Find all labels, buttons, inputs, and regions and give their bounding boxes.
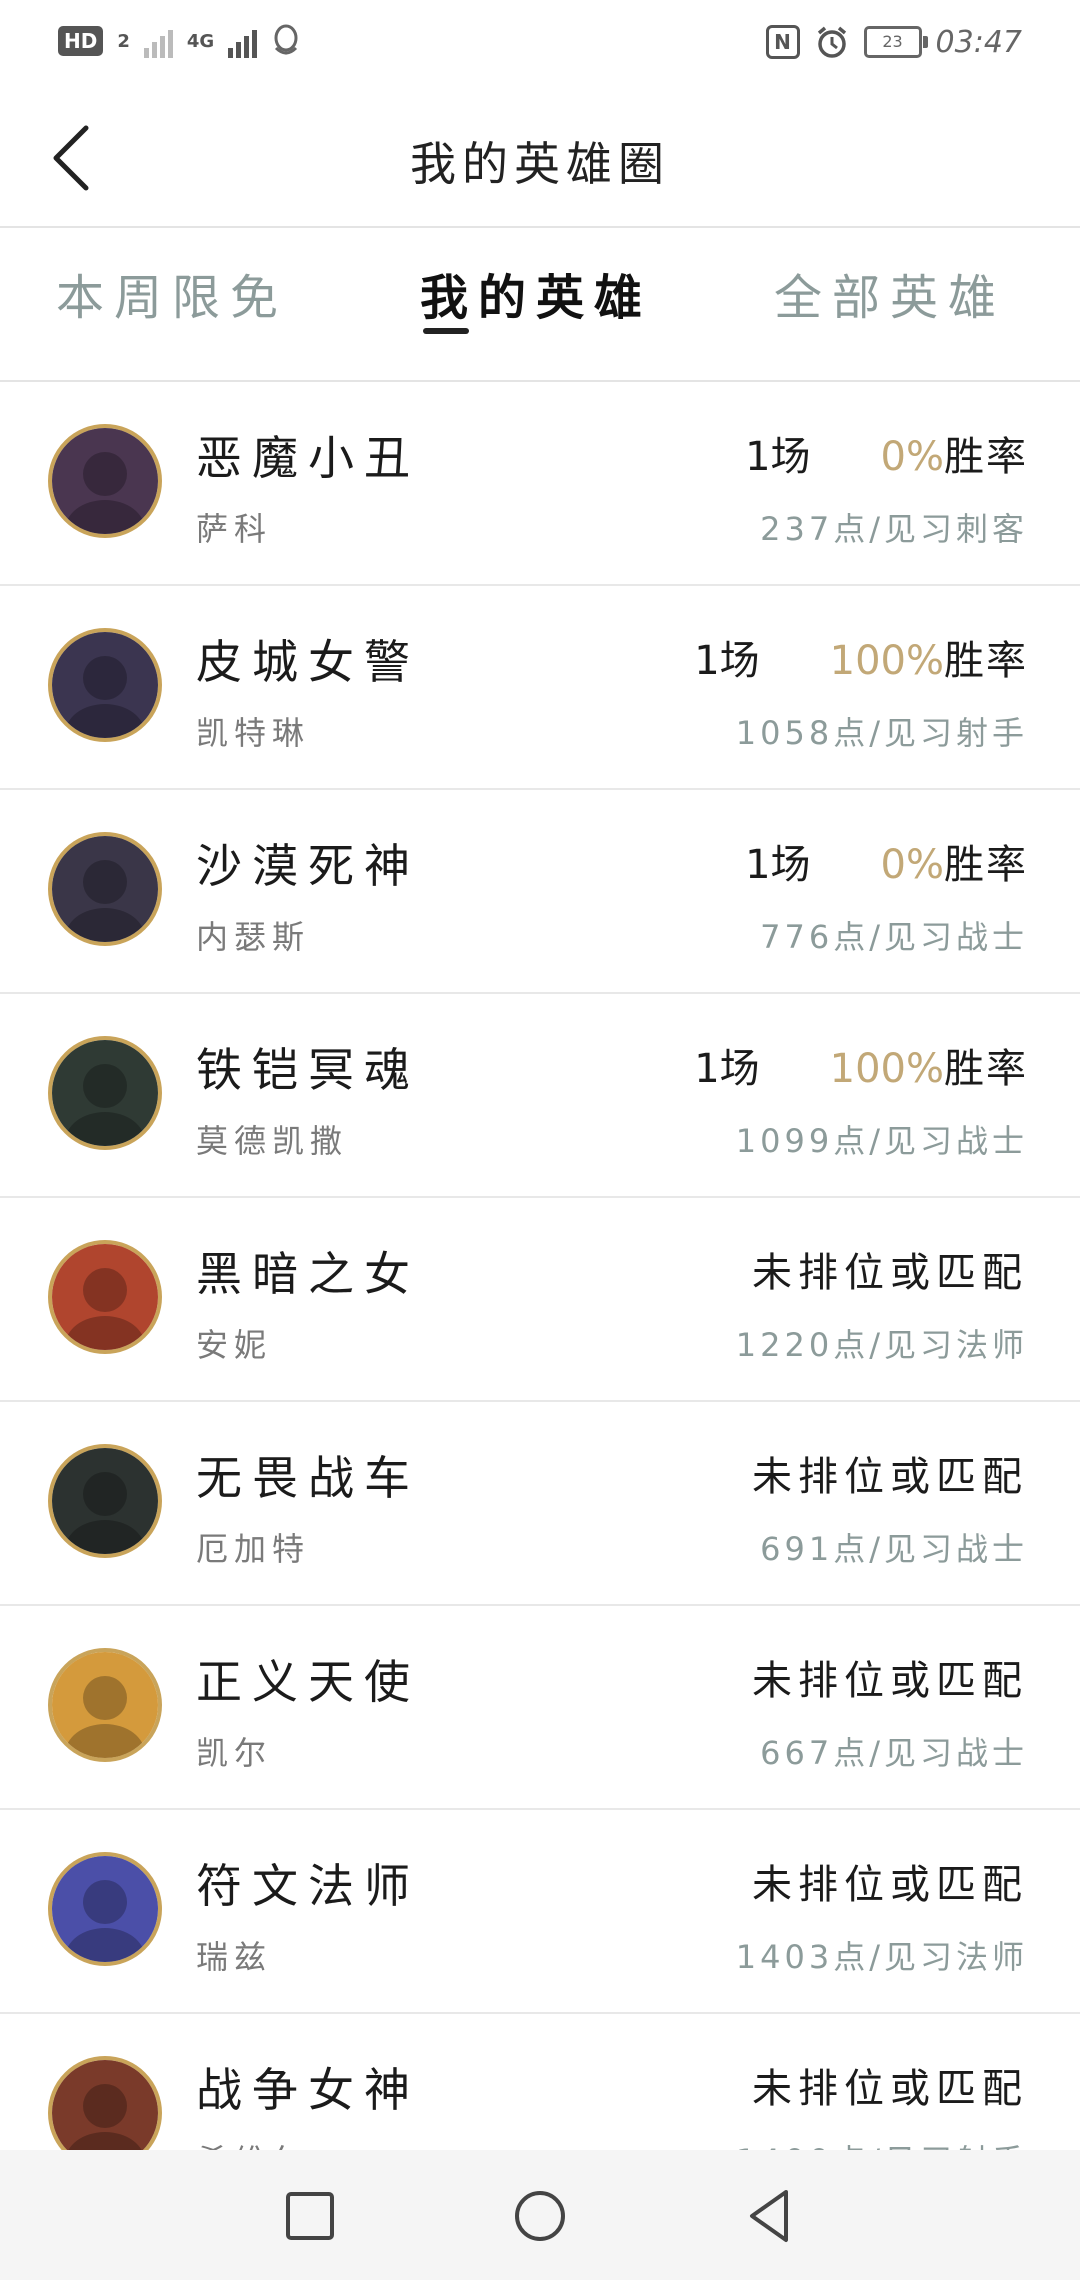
win-rate-value: 0%	[880, 842, 944, 888]
hero-avatar	[48, 832, 162, 946]
win-rate-label: 胜率	[944, 1046, 1028, 1092]
hero-name: 厄加特	[196, 1530, 311, 1568]
hero-points: 776点/见习战士	[760, 918, 1028, 956]
hero-points: 1400点/见习射手	[736, 2136, 1028, 2150]
match-status: 未排位或匹配	[752, 1862, 1028, 1908]
system-nav-bar	[0, 2150, 1080, 2280]
hero-title: 铁铠冥魂	[196, 1043, 420, 1097]
hero-title: 黑暗之女	[196, 1247, 420, 1301]
hero-avatar	[48, 2056, 162, 2150]
win-rate-value: 0%	[880, 434, 944, 480]
hero-title: 恶魔小丑	[196, 431, 420, 485]
hero-title: 符文法师	[196, 1859, 420, 1913]
hero-points: 667点/见习战士	[760, 1734, 1028, 1772]
tab-my-heroes[interactable]: 我的英雄	[420, 258, 652, 328]
page-title: 我的英雄圈	[410, 137, 670, 191]
hero-points: 1403点/见习法师	[735, 1938, 1028, 1976]
hero-stats: 1场 0%胜率	[745, 424, 1028, 482]
hero-name: 凯特琳	[196, 714, 311, 752]
hero-avatar	[48, 1852, 162, 1966]
win-rate-value: 100%	[829, 638, 944, 684]
match-status: 未排位或匹配	[752, 2066, 1028, 2112]
clock-time: 03:47	[935, 24, 1022, 60]
hero-row[interactable]: 黑暗之女 安妮 未排位或匹配 1220点/见习法师	[0, 1198, 1080, 1402]
hero-title: 正义天使	[196, 1655, 420, 1709]
hero-list: 恶魔小丑 萨科 1场 0%胜率 237点/见习刺客 皮城女警 凯特琳 1场 100%…	[0, 382, 1080, 2150]
hero-points: 1099点/见习战士	[735, 1122, 1028, 1160]
hero-stats: 1场 100%胜率	[694, 628, 1028, 686]
nfc-icon: N	[765, 25, 800, 59]
hero-points: 1058点/见习射手	[735, 714, 1028, 752]
qq-icon	[274, 24, 298, 55]
hero-row[interactable]: 战争女神 希维尔 未排位或匹配 1400点/见习射手	[0, 2014, 1080, 2150]
hero-name: 萨科	[196, 510, 273, 548]
hero-avatar	[48, 1444, 162, 1558]
win-rate-value: 100%	[829, 1046, 944, 1092]
match-status: 未排位或匹配	[752, 1658, 1028, 1704]
tab-all-heroes[interactable]: 全部英雄	[774, 258, 1006, 328]
status-right: N 23 03:47	[765, 24, 1022, 60]
hero-name: 安妮	[196, 1326, 273, 1364]
hero-points: 1220点/见习法师	[735, 1326, 1028, 1364]
home-icon[interactable]	[508, 2184, 572, 2248]
status-bar: HD 2 4G N 23 03:47	[0, 0, 1080, 90]
hero-title: 战争女神	[196, 2063, 420, 2117]
hero-points: 691点/见习战士	[760, 1530, 1028, 1568]
status-left: HD 2 4G	[58, 24, 301, 58]
win-rate-label: 胜率	[944, 842, 1028, 888]
games-count: 1场	[694, 638, 760, 684]
hero-row[interactable]: 恶魔小丑 萨科 1场 0%胜率 237点/见习刺客	[0, 382, 1080, 586]
sim1-signal-icon	[143, 24, 173, 58]
hd-voice-icon: HD	[58, 26, 104, 56]
app-header: 我的英雄圈	[0, 90, 1080, 228]
tab-bar: 本周限免 我的英雄 全部英雄	[0, 228, 1080, 382]
recent-apps-icon[interactable]	[278, 2184, 342, 2248]
match-status: 未排位或匹配	[752, 1454, 1028, 1500]
hero-avatar	[48, 1240, 162, 1354]
hero-title: 皮城女警	[196, 635, 420, 689]
hero-name: 瑞兹	[196, 1938, 273, 1976]
active-tab-indicator	[423, 328, 469, 334]
alarm-icon	[817, 26, 846, 58]
hero-name: 希维尔	[196, 2136, 310, 2150]
hero-name: 莫德凯撒	[196, 1122, 349, 1160]
hero-stats: 1场 0%胜率	[745, 832, 1028, 890]
hero-avatar	[48, 628, 162, 742]
hero-stats: 1场 100%胜率	[694, 1036, 1028, 1094]
hero-row[interactable]: 沙漠死神 内瑟斯 1场 0%胜率 776点/见习战士	[0, 790, 1080, 994]
battery-icon: 23	[863, 26, 928, 58]
back-triangle-icon[interactable]	[738, 2184, 802, 2248]
hero-avatar	[48, 424, 162, 538]
hero-avatar	[48, 1036, 162, 1150]
hero-title: 无畏战车	[196, 1451, 420, 1505]
win-rate-label: 胜率	[944, 638, 1028, 684]
games-count: 1场	[745, 842, 811, 888]
hero-title: 沙漠死神	[196, 839, 420, 893]
hero-name: 凯尔	[196, 1734, 273, 1772]
hero-avatar	[48, 1648, 162, 1762]
games-count: 1场	[745, 434, 811, 480]
win-rate-label: 胜率	[944, 434, 1028, 480]
hero-points: 237点/见习刺客	[760, 510, 1028, 548]
sim2-signal-icon	[228, 24, 258, 58]
hd-sim-label: 2	[117, 30, 130, 52]
match-status: 未排位或匹配	[752, 1250, 1028, 1296]
hero-row[interactable]: 无畏战车 厄加特 未排位或匹配 691点/见习战士	[0, 1402, 1080, 1606]
hero-row[interactable]: 符文法师 瑞兹 未排位或匹配 1403点/见习法师	[0, 1810, 1080, 2014]
hero-row[interactable]: 正义天使 凯尔 未排位或匹配 667点/见习战士	[0, 1606, 1080, 1810]
hero-row[interactable]: 皮城女警 凯特琳 1场 100%胜率 1058点/见习射手	[0, 586, 1080, 790]
hero-name: 内瑟斯	[196, 918, 311, 956]
games-count: 1场	[694, 1046, 760, 1092]
tab-weekly-free[interactable]: 本周限免	[56, 258, 288, 328]
network-type-label: 4G	[186, 30, 215, 52]
hero-row[interactable]: 铁铠冥魂 莫德凯撒 1场 100%胜率 1099点/见习战士	[0, 994, 1080, 1198]
